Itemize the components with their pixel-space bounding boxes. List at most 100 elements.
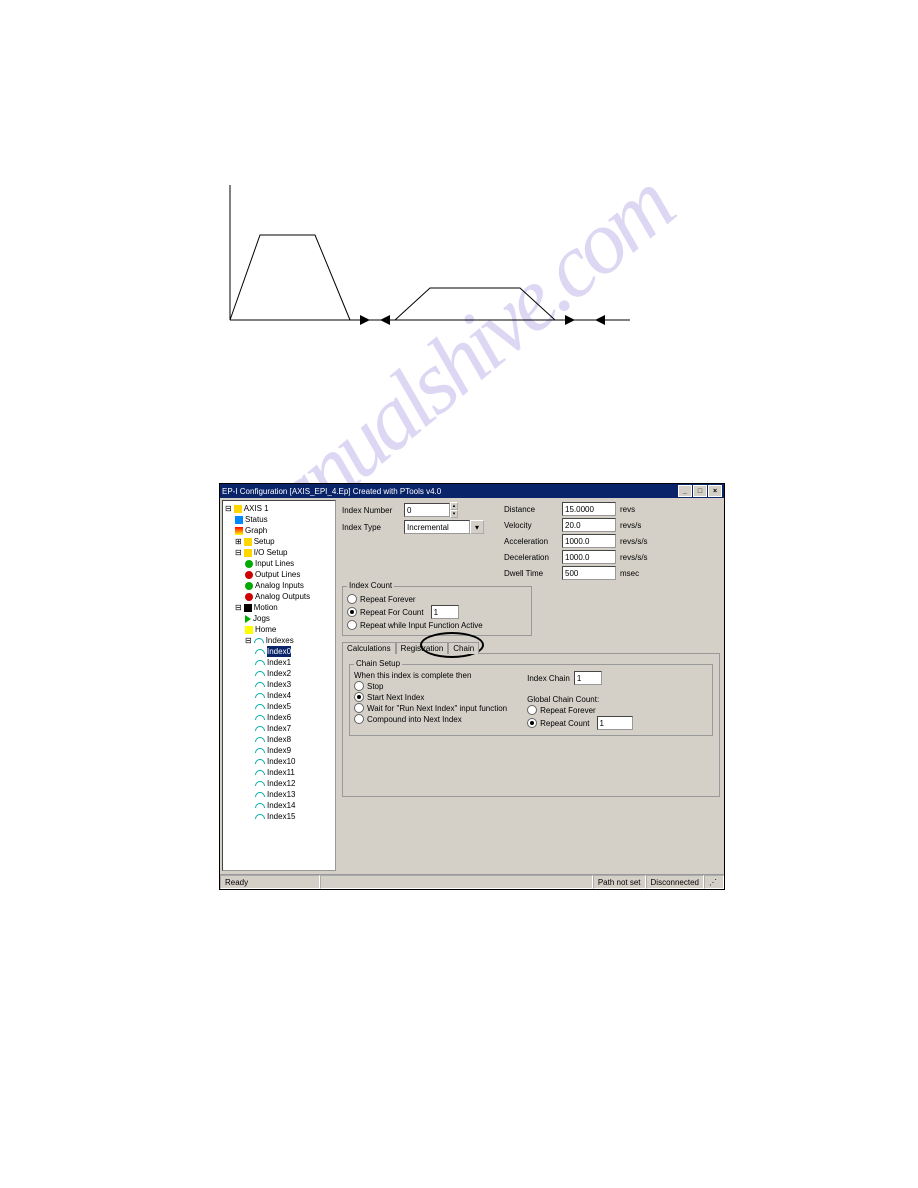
close-button[interactable]: × [708, 485, 722, 497]
tree-status[interactable]: Status [245, 514, 268, 525]
tree-inputlines[interactable]: Input Lines [255, 558, 294, 569]
velocity-input[interactable]: 20.0 [562, 518, 616, 532]
monitor-icon [235, 516, 243, 524]
indexcount-title: Index Count [347, 581, 394, 590]
arc-icon [255, 671, 265, 676]
velocity-unit: revs/s [620, 521, 641, 530]
status-bar: Ready Path not set Disconnected ⋰ [220, 874, 724, 889]
arc-icon [255, 682, 265, 687]
gcc-count-input[interactable]: 1 [597, 716, 633, 730]
tree-graph[interactable]: Graph [245, 525, 267, 536]
tab-chain[interactable]: Chain [448, 642, 479, 654]
status-conn: Disconnected [646, 875, 704, 889]
dwell-label: Dwell Time [504, 569, 562, 578]
tree-outputlines[interactable]: Output Lines [255, 569, 300, 580]
distance-input[interactable]: 15.0000 [562, 502, 616, 516]
dwell-unit: msec [620, 569, 639, 578]
tree-index-item[interactable]: Index10 [267, 756, 295, 767]
graph-icon [235, 527, 243, 535]
tree-home[interactable]: Home [255, 624, 276, 635]
accel-input[interactable]: 1000.0 [562, 534, 616, 548]
tree-index-item[interactable]: Index4 [267, 690, 291, 701]
arc-icon [255, 814, 265, 819]
distance-unit: revs [620, 505, 635, 514]
status-ready: Ready [220, 875, 320, 889]
chain-wait-radio[interactable]: Wait for "Run Next Index" input function [354, 703, 507, 713]
tree-index-item[interactable]: Index8 [267, 734, 291, 745]
folder-icon [234, 505, 242, 513]
tree-motion[interactable]: Motion [254, 602, 278, 613]
indextype-select[interactable]: Incremental▾ [404, 520, 484, 534]
motion-icon [244, 604, 252, 612]
red-icon [245, 571, 253, 579]
indexnum-spinner[interactable]: ▴▾ [450, 502, 458, 518]
decel-input[interactable]: 1000.0 [562, 550, 616, 564]
arrow-icon [245, 615, 251, 623]
arc-icon [255, 660, 265, 665]
decel-label: Deceleration [504, 553, 562, 562]
green-icon [245, 560, 253, 568]
arc-icon [254, 638, 264, 643]
gcc-count-radio[interactable]: Repeat Count1 [527, 716, 632, 730]
chain-stop-radio[interactable]: Stop [354, 681, 507, 691]
tree-index-item[interactable]: Index1 [267, 657, 291, 668]
repeat-input-radio[interactable]: Repeat while Input Function Active [347, 620, 527, 630]
tree-index-item[interactable]: Index13 [267, 789, 295, 800]
minimize-button[interactable]: _ [678, 485, 692, 497]
config-window: EP-I Configuration [AXIS_EPI_4.Ep] Creat… [219, 483, 725, 890]
tree-index-item[interactable]: Index3 [267, 679, 291, 690]
tree-index-item[interactable]: Index0 [267, 646, 291, 657]
home-icon [245, 626, 253, 634]
navigation-tree[interactable]: ⊟AXIS 1 Status Graph ⊞Setup ⊟I/O Setup I… [222, 500, 336, 871]
red-icon [245, 593, 253, 601]
indexnum-input[interactable]: 0 [404, 503, 450, 517]
repeat-count-radio[interactable]: Repeat For Count1 [347, 605, 527, 619]
chain-compound-radio[interactable]: Compound into Next Index [354, 714, 507, 724]
arc-icon [255, 770, 265, 775]
dwell-input[interactable]: 500 [562, 566, 616, 580]
repeat-count-input[interactable]: 1 [431, 605, 459, 619]
tree-index-item[interactable]: Index11 [267, 767, 295, 778]
velocity-profile-graph [220, 180, 640, 350]
tree-index-item[interactable]: Index9 [267, 745, 291, 756]
tree-root[interactable]: AXIS 1 [244, 503, 269, 514]
tree-index-item[interactable]: Index14 [267, 800, 295, 811]
arc-icon [255, 792, 265, 797]
indextype-label: Index Type [342, 523, 404, 532]
chain-when-label: When this index is complete then [354, 671, 507, 680]
indexchain-input[interactable]: 1 [574, 671, 602, 685]
indexcount-group: Index Count Repeat Forever Repeat For Co… [342, 586, 532, 636]
distance-label: Distance [504, 505, 562, 514]
tree-index-item[interactable]: Index2 [267, 668, 291, 679]
arc-icon [255, 704, 265, 709]
arc-icon [255, 726, 265, 731]
tree-iosetup[interactable]: I/O Setup [254, 547, 288, 558]
chain-start-radio[interactable]: Start Next Index [354, 692, 507, 702]
tree-indexes[interactable]: Indexes [266, 635, 294, 646]
tab-registration[interactable]: Registration [396, 642, 449, 654]
tree-analogoutputs[interactable]: Analog Outputs [255, 591, 310, 602]
decel-unit: revs/s/s [620, 553, 648, 562]
main-panel: Index Number0▴▾ Index TypeIncremental▾ D… [338, 498, 724, 873]
tree-index-item[interactable]: Index5 [267, 701, 291, 712]
tree-index-item[interactable]: Index7 [267, 723, 291, 734]
tree-index-item[interactable]: Index6 [267, 712, 291, 723]
tree-setup[interactable]: Setup [254, 536, 275, 547]
tree-analoginputs[interactable]: Analog Inputs [255, 580, 304, 591]
arc-icon [255, 649, 265, 654]
titlebar[interactable]: EP-I Configuration [AXIS_EPI_4.Ep] Creat… [220, 484, 724, 498]
tree-index-item[interactable]: Index15 [267, 811, 295, 822]
tree-jogs[interactable]: Jogs [253, 613, 270, 624]
folder-icon [244, 549, 252, 557]
gcc-forever-radio[interactable]: Repeat Forever [527, 705, 632, 715]
chain-setup-title: Chain Setup [354, 659, 402, 668]
tab-calculations[interactable]: Calculations [342, 642, 396, 654]
arc-icon [255, 737, 265, 742]
chain-setup-group: Chain Setup When this index is complete … [349, 664, 713, 736]
repeat-forever-radio[interactable]: Repeat Forever [347, 594, 527, 604]
status-path: Path not set [593, 875, 646, 889]
chain-panel: Chain Setup When this index is complete … [342, 653, 720, 797]
tree-index-item[interactable]: Index12 [267, 778, 295, 789]
arc-icon [255, 803, 265, 808]
maximize-button[interactable]: □ [693, 485, 707, 497]
